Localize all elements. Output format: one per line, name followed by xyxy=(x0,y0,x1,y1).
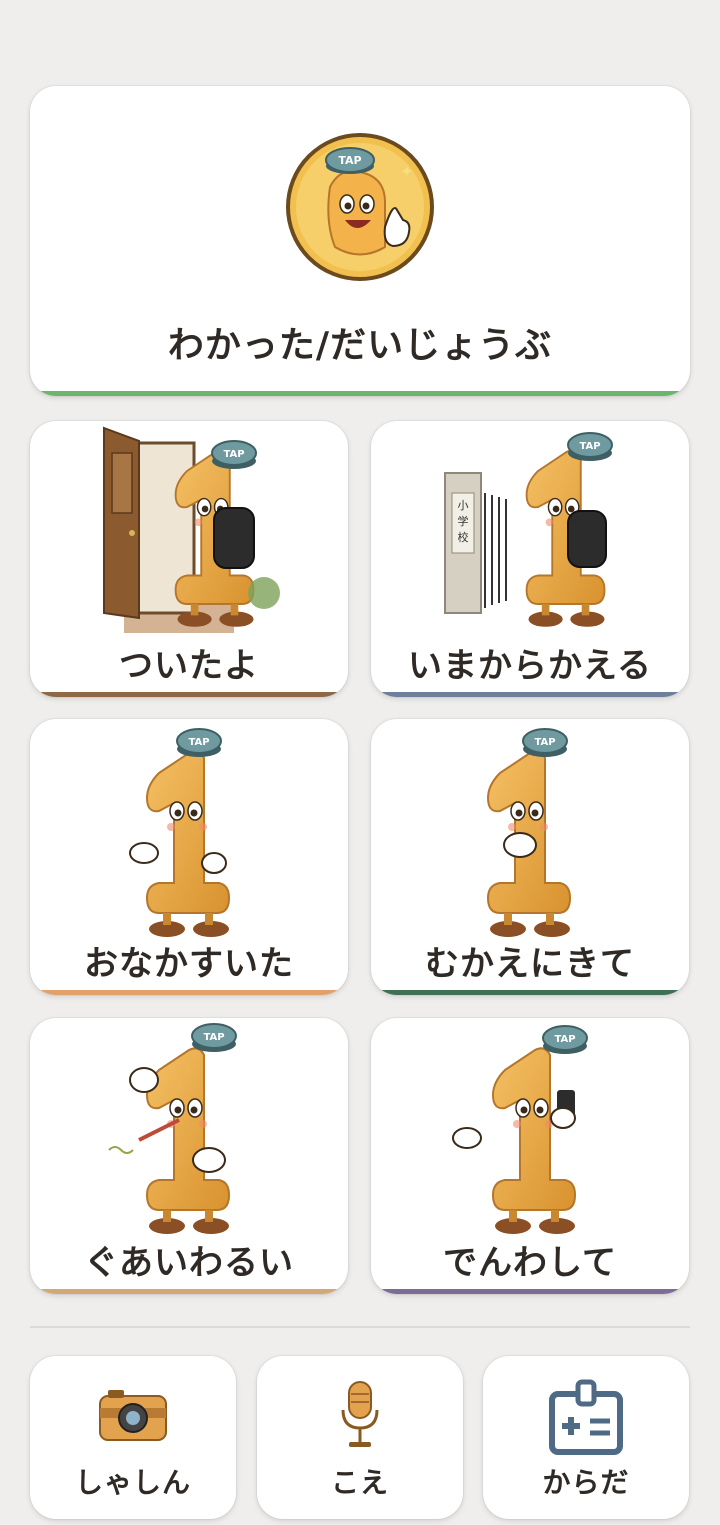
arrived-button-label: ついたよ xyxy=(119,646,259,686)
tap-badge-text: TAP xyxy=(338,154,361,167)
tap-badge-text: TAP xyxy=(223,449,244,460)
tap-badge-text: TAP xyxy=(554,1034,575,1045)
divider xyxy=(30,1326,690,1328)
character-phone-icon: TAP xyxy=(452,1025,588,1235)
going-home-button[interactable]: 小 学 校 TAP いまからかえる xyxy=(371,421,689,697)
hungry-button-label: おなかすいた xyxy=(84,944,294,984)
feeling-sick-button-label: ぐあいわるい xyxy=(84,1243,294,1283)
camera-icon xyxy=(99,1390,167,1441)
ok-button[interactable]: TAP ✦ わかった/だいじょうぶ xyxy=(30,86,690,396)
pick-me-up-button-accent xyxy=(371,990,689,995)
body-button[interactable]: からだ xyxy=(483,1356,689,1519)
tap-badge-text: TAP xyxy=(534,737,555,748)
microphone-icon xyxy=(341,1381,379,1447)
tap-badge-text: TAP xyxy=(188,737,209,748)
feeling-sick-button-accent xyxy=(30,1289,348,1294)
photo-button[interactable]: しゃしん xyxy=(30,1356,236,1519)
pick-me-up-button[interactable]: TAP むかえにきて xyxy=(371,719,689,995)
call-me-button[interactable]: TAP でんわして xyxy=(371,1018,689,1294)
ok-button-label: わかった/だいじょうぶ xyxy=(167,325,553,366)
call-me-button-accent xyxy=(371,1289,689,1294)
voice-button-label: こえ xyxy=(330,1466,389,1499)
pick-me-up-button-label: むかえにきて xyxy=(425,944,635,984)
character-thumbs-up-icon: TAP ✦ xyxy=(286,133,434,281)
character-door-icon: TAP xyxy=(103,426,280,633)
hungry-button-accent xyxy=(30,990,348,995)
hungry-button[interactable]: TAP おなかすいた xyxy=(30,719,348,995)
svg-text:✦: ✦ xyxy=(400,162,413,181)
school-sign-char-3: 校 xyxy=(458,530,469,544)
arrived-button-accent xyxy=(30,692,348,697)
school-sign-char-2: 学 xyxy=(458,514,469,528)
feeling-sick-button[interactable]: TAP ぐあいわるい xyxy=(30,1018,348,1294)
photo-button-label: しゃしん xyxy=(74,1466,191,1499)
character-school-gate-icon: 小 学 校 TAP xyxy=(444,432,613,628)
body-button-label: からだ xyxy=(542,1466,630,1499)
call-me-button-label: でんわして xyxy=(443,1243,617,1283)
ok-button-accent xyxy=(30,391,690,396)
school-sign-char-1: 小 xyxy=(458,499,469,512)
voice-button[interactable]: こえ xyxy=(257,1356,463,1519)
character-hungry-icon: TAP xyxy=(129,728,230,938)
going-home-button-label: いまからかえる xyxy=(408,646,652,686)
id-card-icon xyxy=(549,1379,623,1455)
tap-badge-text: TAP xyxy=(203,1032,224,1043)
character-pleading-icon: TAP xyxy=(487,728,571,938)
going-home-button-accent xyxy=(371,692,689,697)
character-sick-icon: TAP xyxy=(108,1023,237,1235)
arrived-button[interactable]: TAP ついたよ xyxy=(30,421,348,697)
tap-badge-text: TAP xyxy=(579,441,600,452)
